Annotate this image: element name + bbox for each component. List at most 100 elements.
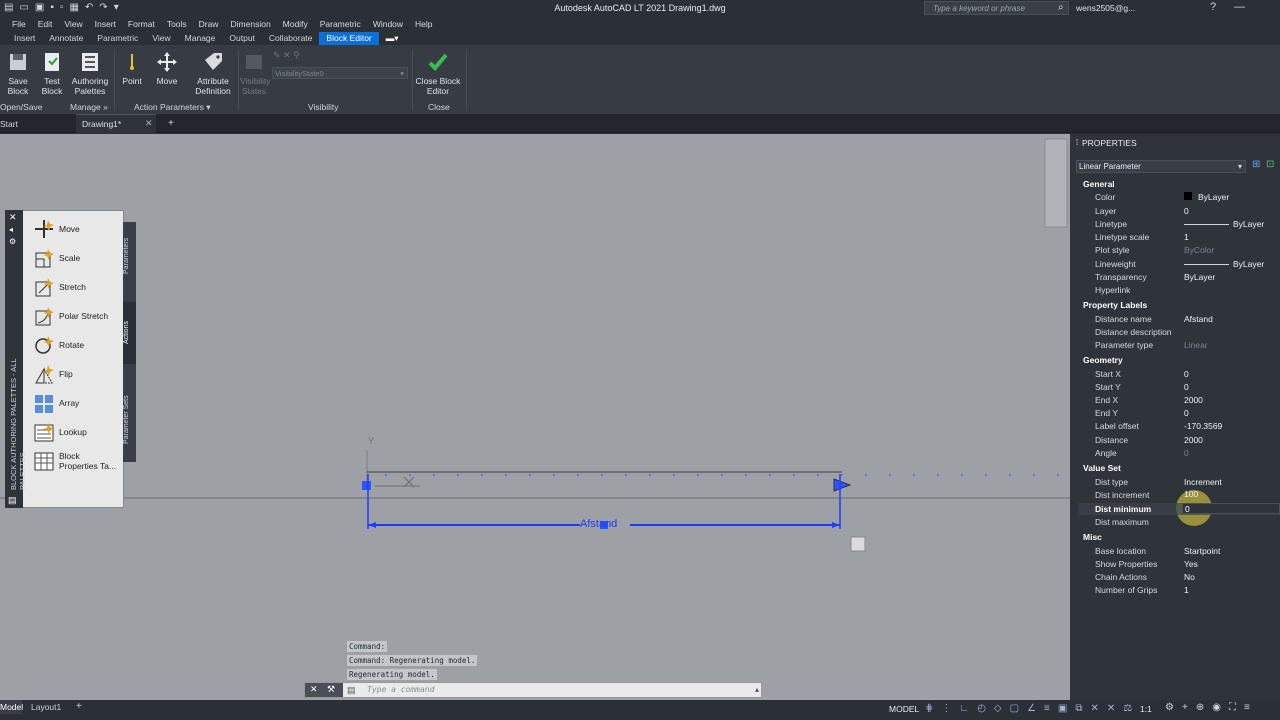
prop-value[interactable]: 0 [1184,382,1189,392]
menu-file[interactable]: File [12,17,26,32]
palette-item-block-properties-table[interactable]: Block Properties Ta... [33,448,123,474]
isodraft-icon[interactable]: ◇ [994,703,1002,714]
menu-format[interactable]: Format [128,17,155,32]
osnap-icon[interactable]: ▢ [1010,703,1019,714]
distance-label[interactable]: Afstand [580,518,617,530]
palette-item-scale[interactable]: Scale [33,245,80,271]
visibility-states-button[interactable]: Visibility States [240,51,271,96]
tab-block-editor[interactable]: Block Editor [319,32,379,45]
search-input[interactable]: Type a keyword or phrase [924,1,1069,15]
panel-action-parameters[interactable]: Action Parameters ▾ [134,102,211,113]
customization-icon[interactable]: ≡ [1244,702,1250,713]
workspace-icon[interactable]: ⚙ [1165,702,1174,713]
tab-view[interactable]: View [145,32,177,45]
palette-item-lookup[interactable]: Lookup [33,419,87,445]
visibility-state-select[interactable]: VisibilityState0 ▾ [272,67,408,79]
menu-modify[interactable]: Modify [283,17,308,32]
palette-autohide-icon[interactable]: ◂ [9,225,13,234]
palette-tab-parameters[interactable]: Parameters [123,226,136,286]
menu-edit[interactable]: Edit [38,17,53,32]
palette-close-icon[interactable]: ✕ [9,212,17,223]
selection-cycling-icon[interactable]: ⧉ [1075,703,1082,714]
group-general[interactable]: General [1083,179,1115,189]
new-tab-icon[interactable]: + [168,118,174,129]
annotation-scale[interactable]: 1:1 [1140,704,1152,714]
prop-value[interactable]: Afstand [1184,314,1213,324]
auto-scale-icon[interactable]: ✕ [1107,703,1115,714]
prop-value[interactable]: Increment [1184,477,1222,487]
palette-tab-actions[interactable]: Actions [123,302,136,364]
command-up-icon[interactable]: ▴ [755,685,759,694]
drawing-tab[interactable]: Drawing1* [82,119,121,129]
prop-value[interactable]: 0 [1184,206,1189,216]
polar-icon[interactable]: ◴ [977,703,986,714]
close-command-icon[interactable]: ✕ [310,684,318,695]
menu-insert[interactable]: Insert [95,17,116,32]
palette-item-rotate[interactable]: Rotate [33,332,84,358]
close-tab-icon[interactable]: ✕ [145,118,153,129]
prop-value[interactable]: -170.3569 [1184,421,1222,431]
snap-icon[interactable]: ⋮ [941,703,951,714]
prop-value[interactable]: 0 [1184,369,1189,379]
prop-value[interactable]: ByLayer [1233,259,1264,269]
toggle-pickadd-icon[interactable]: ⊞ [1252,159,1260,170]
palette-item-polar-stretch[interactable]: Polar Stretch [33,303,108,329]
menu-parametric[interactable]: Parametric [320,17,361,32]
prop-value[interactable]: ByLayer [1198,192,1229,202]
tab-output[interactable]: Output [222,32,262,45]
drawing-canvas[interactable]: Y Afstand Command: Command: Regenerating… [0,134,1070,700]
transparency-icon[interactable]: ▣ [1058,703,1067,714]
search-icon[interactable]: ⌕ [1058,2,1064,13]
menu-tools[interactable]: Tools [167,17,187,32]
menu-help[interactable]: Help [415,17,432,32]
properties-grip-icon[interactable]: ⁞ [1076,138,1078,147]
prop-value[interactable]: 1 [1184,232,1189,242]
prop-value[interactable]: 2000 [1184,395,1203,405]
start-tab[interactable]: Start [0,119,18,129]
move-action-button[interactable]: Move [152,51,182,86]
model-layout-tab[interactable]: Model [0,702,23,712]
add-icon[interactable]: + [1182,702,1188,713]
otrack-icon[interactable]: ∠ [1027,703,1036,714]
prop-value[interactable]: 100 [1184,489,1198,499]
ortho-icon[interactable]: ∟ [959,703,969,714]
prop-value[interactable]: Yes [1184,559,1198,569]
layout1-tab[interactable]: Layout1 [31,702,61,712]
add-layout-icon[interactable]: + [76,701,82,712]
palette-item-move[interactable]: Move [33,216,80,242]
palette-item-stretch[interactable]: Stretch [33,274,86,300]
annotation-scale-icon[interactable]: ⚖ [1123,703,1132,714]
tab-manage[interactable]: Manage [178,32,223,45]
prop-value[interactable]: 1 [1184,585,1189,595]
menu-draw[interactable]: Draw [199,17,219,32]
panel-open-save[interactable]: Open/Save [0,102,43,112]
palette-item-flip[interactable]: Flip [33,361,73,387]
prop-value[interactable]: ByLayer [1233,219,1264,229]
object-type-select[interactable]: Linear Parameter ▾ [1076,160,1246,173]
group-value-set[interactable]: Value Set [1083,463,1121,473]
hardware-acceleration-icon[interactable]: ◉ [1212,702,1221,713]
palette-item-array[interactable]: Array [33,390,79,416]
group-misc[interactable]: Misc [1083,532,1102,542]
prop-value[interactable]: Startpoint [1184,546,1220,556]
palette-properties-icon[interactable]: ⚙ [9,237,16,246]
panel-manage[interactable]: Manage » [70,102,108,112]
palette-tab-parameter-sets[interactable]: Parameter Sets [123,380,136,460]
attribute-definition-button[interactable]: Attribute Definition [192,51,234,96]
help-icon[interactable]: ? [1210,1,1216,13]
authoring-palettes-button[interactable]: Authoring Palettes [70,51,110,96]
menu-window[interactable]: Window [373,17,403,32]
prop-value[interactable]: 0 [1184,408,1189,418]
tab-annotate[interactable]: Annotate [42,32,90,45]
dist-minimum-input[interactable]: 0 [1182,503,1280,514]
command-prompt-icon[interactable]: ▤ [347,685,356,696]
menu-view[interactable]: View [64,17,82,32]
group-property-labels[interactable]: Property Labels [1083,300,1147,310]
user-account[interactable]: wens2505@g... [1076,3,1135,13]
select-objects-icon[interactable]: ⊡ [1266,159,1274,170]
minimize-button[interactable]: — [1234,1,1245,13]
save-block-button[interactable]: Save Block [4,51,32,96]
customize-command-icon[interactable]: ⚒ [327,684,335,695]
prop-value[interactable]: No [1184,572,1195,582]
model-space-button[interactable]: MODEL [889,704,919,714]
